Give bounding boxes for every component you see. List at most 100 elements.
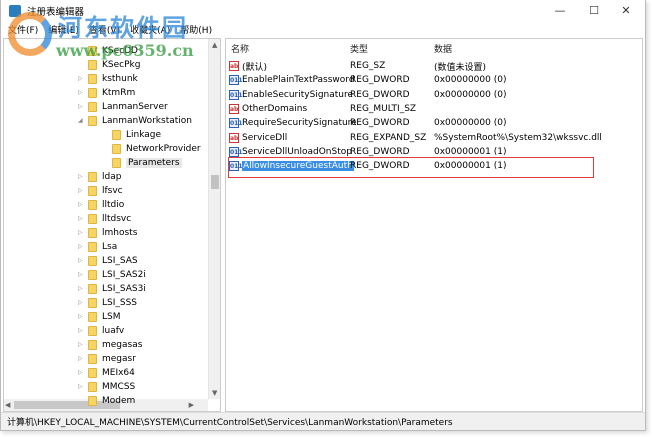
menu-edit[interactable]: 编辑(E)	[43, 23, 84, 36]
tree-item[interactable]: MEIx64	[88, 366, 135, 380]
tree-item[interactable]: megasr	[88, 352, 136, 366]
maximize-button[interactable]: ☐	[579, 0, 609, 21]
value-type: REG_EXPAND_SZ	[350, 132, 427, 143]
value-data: 0x00000001 (1)	[434, 161, 507, 172]
tree-item[interactable]: ldap	[88, 170, 121, 184]
column-header-type[interactable]: 类型	[350, 42, 368, 55]
tree-item[interactable]: LanmanWorkstation	[88, 114, 192, 128]
tree-item[interactable]: LSI_SAS	[88, 254, 138, 268]
tree-item[interactable]: Linkage	[112, 128, 161, 142]
value-data: 0x00000000 (0)	[434, 89, 507, 100]
tree-item[interactable]: lltdsvc	[88, 212, 131, 226]
expand-arrow-icon[interactable]: ▷	[78, 285, 83, 292]
value-row[interactable]: ab (默认) REG_SZ (数值未设置)	[229, 59, 642, 73]
tree-item[interactable]: Lsa	[88, 240, 117, 254]
close-button[interactable]: ✕	[611, 0, 641, 21]
value-row[interactable]: 011 EnableSecuritySignature REG_DWORD 0x000…	[229, 88, 642, 102]
column-header-data[interactable]: 数据	[434, 42, 452, 55]
value-name: (默认)	[242, 60, 357, 73]
expand-arrow-icon[interactable]: ▷	[78, 173, 83, 180]
value-row[interactable]: 011 EnablePlainTextPassword REG_DWORD 0x000…	[229, 73, 642, 87]
folder-icon	[88, 326, 97, 336]
expand-arrow-icon[interactable]: ▷	[78, 327, 83, 334]
tree-item-label: MMCSS	[102, 382, 136, 392]
scroll-right-arrow[interactable]: ▶	[189, 401, 194, 409]
tree-item[interactable]: KSecDD	[88, 44, 138, 58]
folder-icon	[88, 382, 97, 392]
tree-vertical-scroll-thumb[interactable]	[211, 175, 219, 189]
expand-arrow-icon[interactable]: ▷	[78, 257, 83, 264]
folder-icon	[88, 228, 97, 238]
tree-item-label: lltdio	[102, 200, 125, 210]
expand-arrow-icon[interactable]: ▷	[78, 355, 83, 362]
tree-item[interactable]: ksthunk	[88, 72, 138, 86]
menu-help[interactable]: 帮助(H)	[175, 23, 217, 36]
tree-item[interactable]: luafv	[88, 324, 124, 338]
expand-arrow-icon[interactable]: ▷	[78, 229, 83, 236]
value-name: EnablePlainTextPassword	[242, 75, 357, 85]
tree-item[interactable]: lfsvc	[88, 184, 123, 198]
folder-icon	[88, 172, 97, 182]
value-row[interactable]: 011 RequireSecuritySignature REG_DWORD 0x00…	[229, 116, 642, 130]
value-type: REG_DWORD	[350, 89, 410, 100]
value-type: REG_DWORD	[350, 118, 410, 129]
tree-item[interactable]: lmhosts	[88, 226, 137, 240]
expand-arrow-icon[interactable]: ▷	[78, 313, 83, 320]
tree-item[interactable]: NetworkProvider	[112, 142, 201, 156]
menu-favorites[interactable]: 收藏夹(A)	[125, 23, 175, 36]
expand-arrow-icon[interactable]: ▷	[78, 369, 83, 376]
expand-arrow-icon[interactable]: ▷	[78, 187, 83, 194]
scroll-down-arrow[interactable]: ▼	[212, 389, 217, 397]
menu-file[interactable]: 文件(F)	[3, 23, 43, 36]
value-name-text: ServiceDll	[242, 132, 288, 143]
scroll-left-arrow[interactable]: ◀	[5, 401, 10, 409]
tree-item[interactable]: LSI_SAS2i	[88, 268, 146, 282]
expand-arrow-icon[interactable]: ▷	[78, 103, 83, 110]
expand-arrow-icon[interactable]: ▷	[78, 243, 83, 250]
expand-arrow-icon[interactable]: ▷	[78, 383, 83, 390]
tree-item-label: LSI_SAS2i	[102, 270, 146, 280]
value-name: AllowInsecureGuestAuth	[242, 161, 357, 172]
string-value-icon: ab	[229, 61, 239, 71]
binary-value-icon: 011	[229, 146, 243, 157]
tree-item[interactable]: MMCSS	[88, 380, 135, 394]
tree-item[interactable]: lltdio	[88, 198, 124, 212]
value-row[interactable]: ab OtherDomains REG_MULTI_SZ	[229, 102, 642, 116]
tree-item[interactable]: KSecPkg	[88, 58, 140, 72]
tree-item-label: Parameters	[126, 158, 182, 168]
tree-item[interactable]: KtmRm	[88, 86, 135, 100]
tree-item-label: megasr	[102, 354, 136, 364]
expand-arrow-icon[interactable]: ▷	[78, 341, 83, 348]
menu-view[interactable]: 查看(V)	[84, 23, 125, 36]
tree-item[interactable]: megasas	[88, 338, 142, 352]
tree-item[interactable]: LSI_SAS3i	[88, 282, 146, 296]
string-value-icon: ab	[229, 132, 239, 143]
folder-icon	[88, 298, 97, 308]
expand-arrow-icon[interactable]: ▷	[78, 89, 83, 96]
tree-item-label: MEIx64	[102, 368, 135, 378]
tree-item[interactable]: LanmanServer	[88, 100, 168, 114]
collapse-arrow-icon[interactable]: ◢	[78, 117, 83, 124]
value-row[interactable]: 011 AllowInsecureGuestAuth REG_DWORD 0x0000…	[229, 159, 642, 173]
tree-item-label: LanmanWorkstation	[102, 116, 192, 126]
tree-item[interactable]: Modem	[88, 394, 135, 408]
scroll-up-arrow[interactable]: ▲	[212, 41, 217, 49]
tree-item[interactable]: LSI_SSS	[88, 296, 137, 310]
tree-vertical-scrollbar[interactable]: ▲ ▼	[208, 39, 220, 399]
binary-value-icon: 011	[229, 89, 243, 100]
minimize-button[interactable]: —	[545, 0, 575, 21]
value-row[interactable]: ab ServiceDll REG_EXPAND_SZ %SystemRoot%\Sy…	[229, 131, 642, 145]
expand-arrow-icon[interactable]: ▷	[78, 299, 83, 306]
title-bar: 注册表编辑器 — ☐ ✕	[1, 0, 645, 21]
value-row[interactable]: 011 ServiceDllUnloadOnStop REG_DWORD 0x0000…	[229, 145, 642, 159]
column-header-name[interactable]: 名称	[231, 42, 249, 55]
expand-arrow-icon[interactable]: ▷	[78, 201, 83, 208]
expand-arrow-icon[interactable]: ▷	[78, 75, 83, 82]
value-data: 0x00000000 (0)	[434, 118, 507, 129]
expand-arrow-icon[interactable]: ▷	[78, 271, 83, 278]
expand-arrow-icon[interactable]: ▷	[78, 215, 83, 222]
tree-item[interactable]: Parameters	[112, 156, 182, 170]
tree-item[interactable]: LSM	[88, 310, 121, 324]
value-data: (数值未设置)	[434, 62, 487, 73]
registry-key-tree: ▲ ▼ ◀ ▶ KSecDD KSecPkg ▷ ksthunk ▷ KtmRm ▷ Lanm…	[3, 38, 221, 412]
